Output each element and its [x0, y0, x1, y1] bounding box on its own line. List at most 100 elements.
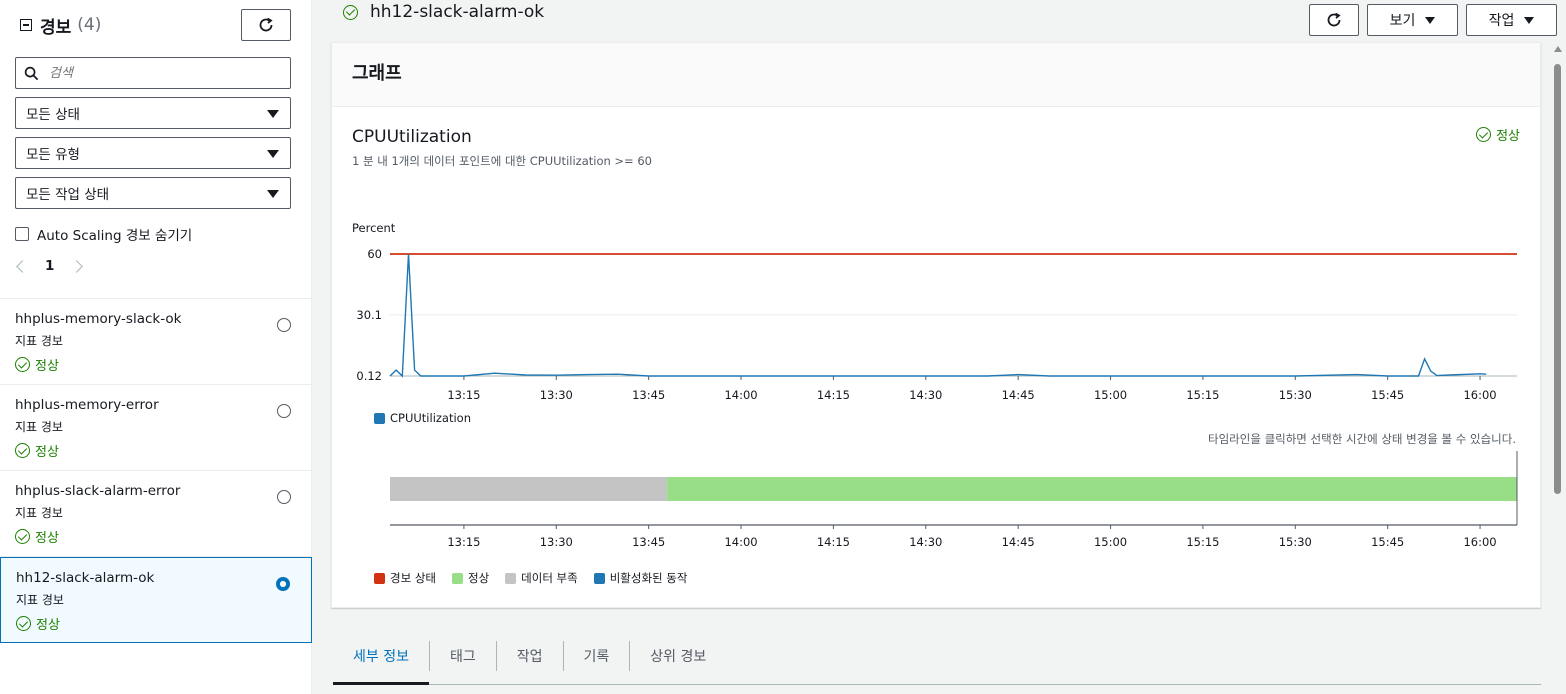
x-tick-label: 15:30	[1279, 388, 1312, 402]
alarm-type: 지표 경보	[16, 593, 64, 607]
x-tick-label: 14:00	[724, 388, 757, 402]
alarm-select-radio[interactable]	[277, 490, 291, 504]
x-tick-label: 15:45	[1371, 388, 1404, 402]
legend-swatch	[593, 572, 605, 584]
alarm-name: hh12-slack-alarm-ok	[16, 570, 155, 586]
scrollbar-thumb[interactable]	[1554, 64, 1561, 494]
check-circle-icon	[15, 443, 30, 458]
type-filter-value: 모든 유형	[26, 147, 80, 163]
search-field[interactable]	[15, 57, 291, 89]
sidebar-title: 경보	[40, 17, 72, 38]
x-tick-label: 14:45	[1002, 388, 1035, 402]
hide-autoscaling-label: Auto Scaling 경보 숨기기	[37, 228, 193, 244]
alarm-status-label: 정상	[35, 359, 59, 374]
alarm-type: 지표 경보	[15, 506, 63, 520]
timeline-segment	[667, 477, 1517, 501]
timeline-legend: 경보 상태 정상 데이터 부족 비활성화된 동작	[374, 570, 687, 586]
hide-autoscaling-row: Auto Scaling 경보 숨기기	[15, 224, 192, 244]
search-icon	[24, 66, 39, 80]
tab-parent-alarms[interactable]: 상위 경보	[630, 641, 726, 671]
timeline-tick-label: 14:45	[1002, 535, 1035, 549]
metric-chart[interactable]: Percent 60 30.1 0.12 13:15 13:30 13:45 14:00 14:…	[332, 43, 1542, 609]
timeline-tick-label: 13:15	[447, 535, 480, 549]
state-filter-value: 모든 상태	[26, 107, 80, 123]
alarm-list-item-selected[interactable]: hh12-slack-alarm-ok 지표 경보 정상	[0, 557, 312, 643]
legend-swatch	[451, 572, 463, 584]
alarm-select-radio[interactable]	[277, 404, 291, 418]
alarm-name: hhplus-slack-alarm-error	[15, 483, 181, 499]
alarm-status-label: 정상	[36, 618, 60, 633]
action-dropdown-button[interactable]: 작업	[1466, 4, 1557, 36]
alarm-status: 정상	[16, 614, 296, 633]
hide-autoscaling-checkbox[interactable]	[15, 227, 29, 241]
y-tick-label: 0.12	[356, 369, 382, 383]
y-tick-label: 30.1	[356, 308, 382, 322]
scroll-up-icon[interactable]	[1554, 46, 1562, 52]
page-scrollbar[interactable]	[1551, 42, 1564, 694]
legend-swatch	[374, 412, 385, 424]
x-tick-label: 15:00	[1094, 388, 1127, 402]
tab-history[interactable]: 기록	[564, 641, 631, 671]
sidebar-refresh-button[interactable]	[241, 9, 291, 41]
caret-down-icon	[1524, 16, 1535, 24]
alarm-status: 정상	[15, 441, 297, 460]
alarm-list-item[interactable]: hhplus-memory-slack-ok 지표 경보 정상	[0, 299, 312, 385]
alarm-count: (4)	[77, 15, 102, 35]
timeline-tick-label: 15:00	[1094, 535, 1127, 549]
refresh-icon	[259, 17, 273, 32]
alarm-select-radio[interactable]	[277, 318, 291, 332]
tab-actions[interactable]: 작업	[497, 641, 564, 671]
alarm-type: 지표 경보	[15, 334, 63, 348]
pagination: 1	[16, 258, 84, 274]
caret-down-icon	[267, 110, 279, 118]
tab-tags[interactable]: 태그	[430, 641, 497, 671]
timeline-tick-label: 14:15	[817, 535, 850, 549]
legend-series-label[interactable]: CPUUtilization	[390, 411, 471, 425]
alarm-status: 정상	[15, 527, 297, 546]
view-dropdown-button[interactable]: 보기	[1367, 4, 1458, 36]
alarm-status-label: 정상	[35, 531, 59, 546]
y-axis-label: Percent	[352, 221, 396, 235]
collapse-icon[interactable]	[20, 19, 32, 31]
page-title: hh12-slack-alarm-ok	[343, 2, 544, 22]
alarm-type: 지표 경보	[15, 420, 63, 434]
caret-down-icon	[267, 150, 279, 158]
check-circle-icon	[15, 357, 30, 372]
type-filter-select[interactable]: 모든 유형	[15, 137, 291, 169]
alarm-status-label: 정상	[35, 445, 59, 460]
timeline-tick-label: 13:45	[632, 535, 665, 549]
action-state-filter-select[interactable]: 모든 작업 상태	[15, 177, 291, 209]
alarm-name: hhplus-memory-slack-ok	[15, 311, 182, 327]
chevron-right-icon[interactable]	[70, 259, 84, 273]
state-filter-select[interactable]: 모든 상태	[15, 97, 291, 129]
alarm-list-item[interactable]: hhplus-slack-alarm-error 지표 경보 정상	[0, 471, 312, 557]
refresh-button[interactable]	[1309, 4, 1359, 36]
check-circle-icon	[16, 616, 31, 631]
detail-tabs: 세부 정보 태그 작업 기록 상위 경보	[333, 641, 1541, 685]
action-state-filter-value: 모든 작업 상태	[26, 187, 110, 203]
chevron-left-icon[interactable]	[16, 259, 29, 273]
legend-swatch	[374, 572, 385, 584]
alarm-sidebar: 경보 (4) 모든 상태 모든 유형 모든 작업 상태 Auto Scaling…	[0, 0, 312, 694]
timeline-tick-label: 15:30	[1279, 535, 1312, 549]
alarm-list-item[interactable]: hhplus-memory-error 지표 경보 정상	[0, 385, 312, 471]
alarm-status: 정상	[15, 355, 297, 374]
legend-ok-label: 정상	[467, 571, 490, 585]
x-tick-label: 13:45	[632, 388, 665, 402]
legend-alarm-label: 경보 상태	[390, 571, 436, 585]
caret-down-icon	[1425, 16, 1436, 24]
current-page[interactable]: 1	[45, 258, 54, 274]
timeline-tick-label: 15:45	[1371, 535, 1404, 549]
timeline-tick-label: 15:15	[1186, 535, 1219, 549]
legend-swatch	[505, 572, 517, 584]
timeline-tick-label: 14:00	[724, 535, 757, 549]
caret-down-icon	[267, 190, 279, 198]
alarm-select-radio[interactable]	[276, 577, 290, 591]
tab-details[interactable]: 세부 정보	[333, 641, 430, 685]
timeline-segment	[390, 477, 668, 501]
search-input[interactable]	[47, 64, 267, 82]
y-tick-label: 60	[367, 247, 382, 261]
x-tick-label: 13:15	[447, 388, 480, 402]
x-tick-label: 15:15	[1186, 388, 1219, 402]
x-tick-label: 13:30	[540, 388, 573, 402]
